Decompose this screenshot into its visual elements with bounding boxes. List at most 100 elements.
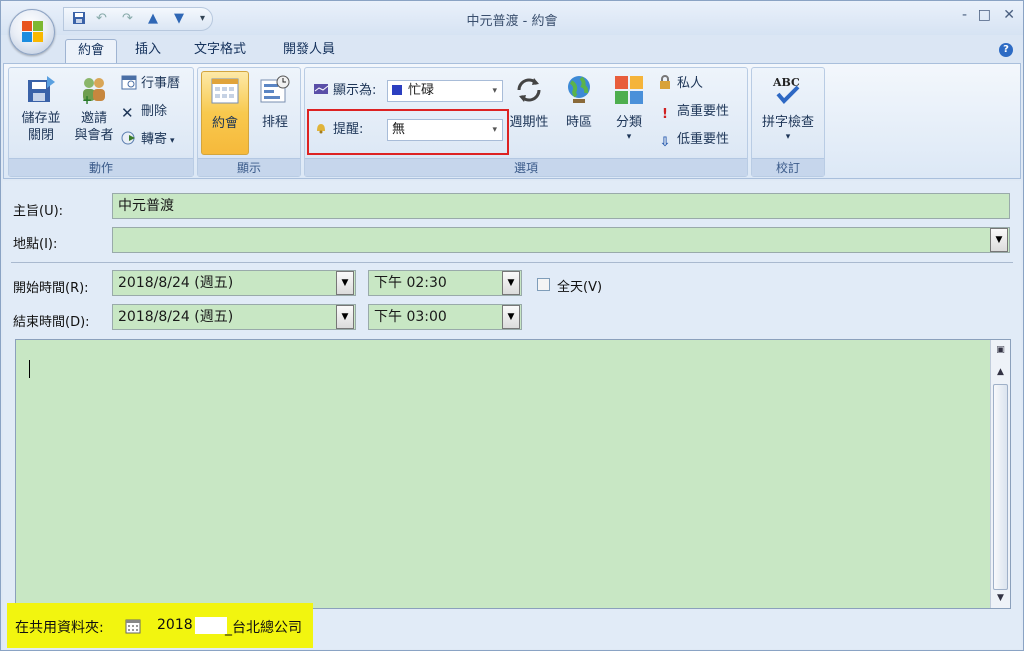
shared-folder-footer: 在共用資料夾: 2018 _台北總公司 [7, 603, 313, 648]
tab-developer[interactable]: 開發人員 [271, 39, 347, 63]
show-as-label: 顯示為: [313, 81, 376, 101]
save-close-button[interactable]: 儲存並 關閉 [13, 74, 69, 144]
save-close-label-2: 關閉 [27, 128, 54, 143]
show-as-dropdown[interactable]: 忙碌 ▾ [387, 80, 503, 102]
invite-label-1: 邀請 [80, 111, 107, 126]
save-close-icon [25, 74, 57, 106]
all-day-label: 全天(V) [557, 280, 603, 295]
office-button[interactable] [9, 9, 55, 55]
calendar-icon [121, 74, 137, 90]
separator [11, 262, 1013, 263]
end-time-input[interactable]: 下午 03:00 [368, 304, 522, 330]
private-label: 私人 [677, 76, 704, 91]
forward-label: 轉寄 [141, 132, 168, 147]
low-importance-button[interactable]: ⇩ 低重要性 [657, 130, 729, 150]
subject-input[interactable]: 中元普渡 [112, 193, 1010, 219]
notes-body-editor[interactable]: ▣ ▲ ▼ [15, 339, 1011, 609]
delete-button[interactable]: ✕ 刪除 [121, 102, 167, 122]
lock-icon [657, 74, 673, 90]
invite-attendees-icon: + [78, 74, 110, 107]
forward-dropdown-icon: ▾ [170, 136, 175, 146]
calendar-folder-icon [125, 618, 141, 638]
private-button[interactable]: 私人 [657, 74, 703, 94]
start-date-dropdown-button[interactable]: ▼ [336, 271, 354, 295]
spelling-dropdown-icon: ▾ [785, 132, 791, 142]
delete-icon: ✕ [121, 104, 134, 122]
group-options: 顯示為: 忙碌 ▾ 提醒: 無 ▾ 週期性 時區 分類 ▾ 私人 ! 高重要性 … [304, 67, 748, 177]
categorize-button[interactable]: 分類 ▾ [607, 74, 651, 143]
forward-icon [121, 130, 137, 146]
categorize-icon [613, 74, 645, 106]
group-proofing: ABC 拼字檢查 ▾ 校訂 [751, 67, 825, 177]
ribbon-tabs: 約會 插入 文字格式 開發人員 ? [1, 35, 1023, 63]
group-actions-label: 動作 [9, 158, 193, 176]
title-bar: ↶ ↷ ▲ ▼ ▾ 中元普渡 - 約會 - □ ✕ [1, 1, 1023, 35]
location-label: 地點(I): [13, 237, 58, 252]
save-close-label-1: 儲存並 [21, 111, 61, 126]
chevron-down-icon: ▾ [492, 86, 497, 96]
group-show-label: 顯示 [198, 158, 300, 176]
calendar-button[interactable]: 行事曆 [121, 74, 180, 94]
window-title: 中元普渡 - 約會 [466, 14, 558, 29]
shared-folder-name: _台北總公司 [225, 620, 302, 636]
scrollbar-thumb[interactable] [993, 384, 1008, 590]
categorize-label: 分類 [615, 115, 642, 130]
tab-appointment[interactable]: 約會 [65, 39, 118, 63]
all-day-checkbox[interactable] [537, 278, 550, 291]
appointment-window: ↶ ↷ ▲ ▼ ▾ 中元普渡 - 約會 - □ ✕ 約會 插入 文字格式 開發人… [0, 0, 1024, 651]
recurrence-icon [513, 74, 545, 106]
categorize-dropdown-icon: ▾ [626, 132, 632, 142]
schedule-label: 排程 [261, 115, 288, 130]
recurrence-label: 週期性 [509, 115, 549, 130]
scroll-up-icon[interactable]: ▲ [992, 364, 1009, 381]
schedule-icon [259, 74, 291, 106]
shared-folder-year: 2018 [157, 617, 193, 633]
busy-color-icon [392, 85, 402, 95]
reminder-highlight-box [307, 109, 509, 155]
tab-insert[interactable]: 插入 [123, 39, 173, 63]
start-time-input[interactable]: 下午 02:30 [368, 270, 522, 296]
spelling-label: 拼字檢查 [761, 115, 814, 130]
tab-format-text[interactable]: 文字格式 [182, 39, 258, 63]
appointment-view-button[interactable]: 約會 [201, 71, 249, 155]
appointment-form: 主旨(U): 中元普渡 地點(I): ▼ 開始時間(R): 2018/8/24 … [3, 181, 1021, 649]
vertical-scrollbar[interactable]: ▣ ▲ ▼ [990, 340, 1010, 608]
location-input[interactable] [112, 227, 1010, 253]
shared-folder-label: 在共用資料夾: [15, 620, 104, 636]
timezone-label: 時區 [565, 115, 592, 130]
timezone-button[interactable]: 時區 [557, 74, 601, 131]
spelling-icon: ABC [772, 74, 804, 106]
schedule-view-button[interactable]: 排程 [252, 74, 298, 131]
location-dropdown-button[interactable]: ▼ [990, 228, 1008, 252]
show-as-text: 顯示為: [333, 83, 377, 98]
recurrence-button[interactable]: 週期性 [507, 74, 551, 131]
minimize-button[interactable]: - [962, 7, 967, 23]
exclamation-icon: ! [662, 107, 668, 122]
help-icon[interactable]: ? [999, 43, 1013, 57]
end-date-input[interactable]: 2018/8/24 (週五) [112, 304, 356, 330]
close-button[interactable]: ✕ [1003, 7, 1015, 23]
group-options-label: 選項 [305, 158, 747, 176]
invite-attendees-button[interactable]: + 邀請 與會者 [67, 74, 121, 144]
high-importance-button[interactable]: ! 高重要性 [657, 102, 729, 122]
start-time-dropdown-button[interactable]: ▼ [502, 271, 520, 295]
forward-button[interactable]: 轉寄 ▾ [121, 130, 175, 150]
group-show: 約會 排程 顯示 [197, 67, 301, 177]
scroll-down-icon[interactable]: ▼ [992, 590, 1009, 607]
ruler-toggle-icon[interactable]: ▣ [992, 342, 1009, 359]
group-actions: 儲存並 關閉 + 邀請 與會者 行事曆 ✕ 刪除 轉寄 ▾ 動作 [8, 67, 194, 177]
invite-label-2: 與會者 [74, 128, 114, 143]
subject-label: 主旨(U): [13, 204, 64, 219]
end-time-dropdown-button[interactable]: ▼ [502, 305, 520, 329]
appointment-view-icon [209, 75, 241, 107]
maximize-button[interactable]: □ [978, 7, 991, 23]
start-date-input[interactable]: 2018/8/24 (週五) [112, 270, 356, 296]
calendar-label: 行事曆 [141, 76, 181, 91]
svg-text:+: + [82, 93, 92, 106]
start-time-label: 開始時間(R): [13, 281, 89, 296]
spelling-button[interactable]: ABC 拼字檢查 ▾ [756, 74, 820, 143]
end-date-dropdown-button[interactable]: ▼ [336, 305, 354, 329]
globe-icon [563, 74, 595, 106]
group-proofing-label: 校訂 [752, 158, 824, 176]
ribbon: 儲存並 關閉 + 邀請 與會者 行事曆 ✕ 刪除 轉寄 ▾ 動作 約會 排程 顯… [3, 63, 1021, 179]
